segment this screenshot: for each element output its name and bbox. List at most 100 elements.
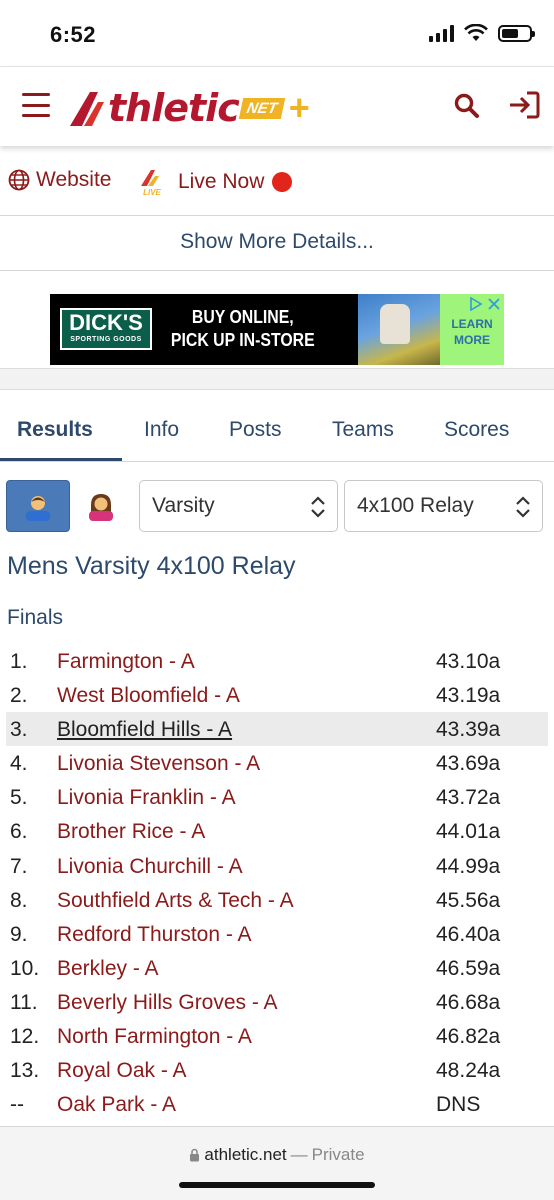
lock-icon [190,1148,200,1162]
search-icon[interactable] [454,93,480,119]
sign-in-icon[interactable] [508,91,540,119]
result-time: 44.01a [436,820,501,844]
event-select[interactable]: 4x100 Relay [344,480,543,532]
result-place: 3. [10,718,28,742]
tab-posts[interactable]: Posts [229,418,282,442]
result-team-link[interactable]: Livonia Stevenson - A [57,752,260,776]
logo-plus: + [288,87,310,128]
athletic-net-logo[interactable]: thletic NET + [68,85,310,131]
result-team-link[interactable]: West Bloomfield - A [57,684,240,708]
result-row: 12. North Farmington - A 46.82a [6,1019,548,1053]
url-separator: — [290,1145,308,1164]
section-separator [0,368,554,390]
section-heading: Finals [7,606,64,629]
result-place: -- [10,1093,24,1117]
url-domain: athletic.net [204,1145,287,1164]
female-athlete-icon [89,494,113,521]
ad-choices-icon[interactable] [468,296,502,312]
battery-icon [498,24,535,42]
result-time: 48.24a [436,1059,501,1083]
status-bar: 6:52 [0,0,554,66]
result-team-link[interactable]: Farmington - A [57,650,195,674]
tab-scores[interactable]: Scores [444,418,509,442]
tab-info[interactable]: Info [144,418,179,442]
result-row: -- Oak Park - A DNS [6,1087,548,1121]
meet-tabs: Results Info Posts Teams Scores [0,400,554,462]
result-team-link[interactable]: North Farmington - A [57,1025,252,1049]
result-team-link[interactable]: Berkley - A [57,957,159,981]
private-mode-label: Private [311,1145,365,1164]
result-time: 43.69a [436,752,501,776]
meet-links: Website LIVE Live Now [0,160,554,206]
result-team-link[interactable]: Southfield Arts & Tech - A [57,889,294,913]
result-place: 12. [10,1025,40,1049]
ad-photo [358,294,440,365]
ad-headline-line2: PICK UP IN-STORE [170,330,315,350]
home-indicator[interactable] [179,1182,375,1188]
ad-learn-more[interactable]: LEARN MORE [440,316,504,348]
tab-results[interactable]: Results [17,418,93,442]
status-time: 6:52 [50,22,97,47]
result-team-link[interactable]: Livonia Franklin - A [57,786,236,810]
result-place: 13. [10,1059,40,1083]
result-team-link[interactable]: Livonia Churchill - A [57,855,243,879]
result-place: 5. [10,786,28,810]
result-row-highlighted: 3. Bloomfield Hills - A 43.39a [6,712,548,747]
result-time: 46.59a [436,956,501,980]
result-team-link[interactable]: Redford Thurston - A [57,923,252,947]
result-place: 2. [10,684,28,708]
result-team-link[interactable]: Oak Park - A [57,1093,176,1117]
site-header: thletic NET + [0,66,554,146]
live-results-icon: LIVE [141,170,162,196]
logo-wordmark: thletic [108,86,240,130]
womens-filter-button[interactable] [74,480,128,532]
result-time: 43.72a [436,786,501,810]
globe-icon [8,169,30,191]
live-now-link[interactable]: LIVE Live Now [140,168,293,196]
result-time: 43.19a [436,684,501,708]
live-indicator-dot [272,172,293,192]
result-row: 11. Beverly Hills Groves - A 46.68a [6,985,548,1019]
result-row: 1. Farmington - A 43.10a [6,644,548,678]
result-time: 43.10a [436,650,501,673]
browser-address-bar[interactable]: athletic.net — Private [0,1126,554,1200]
result-row: 4. Livonia Stevenson - A 43.69a [6,746,548,780]
live-badge-text: LIVE [143,188,161,196]
result-row: 9. Redford Thurston - A 46.40a [6,917,548,951]
ad-headline: BUY ONLINE, PICK UP IN-STORE [168,306,318,352]
ad-headline-line1: BUY ONLINE, [191,307,294,327]
result-time: 45.56a [436,888,501,912]
cellular-signal-icon [429,24,454,42]
page-title: Mens Varsity 4x100 Relay [7,552,296,580]
results-list: 1. Farmington - A 43.10a 2. West Bloomfi… [6,644,548,1121]
result-place: 8. [10,888,28,912]
menu-icon[interactable] [22,93,50,117]
live-now-label: Live Now [178,170,265,193]
result-time: 44.99a [436,854,501,878]
result-place: 10. [10,956,40,980]
website-link[interactable]: Website [8,168,111,192]
result-team-link[interactable]: Beverly Hills Groves - A [57,991,278,1015]
address-bar-url[interactable]: athletic.net — Private [0,1145,554,1165]
result-team-link[interactable]: Brother Rice - A [57,820,205,844]
tab-teams[interactable]: Teams [332,418,394,442]
logo-a-mark-icon [70,92,104,126]
mens-filter-button[interactable] [6,480,70,532]
chevron-updown-icon [516,496,530,518]
result-time: 46.40a [436,922,501,946]
level-select-value: Varsity [152,494,215,517]
event-select-value: 4x100 Relay [357,494,474,517]
result-place: 6. [10,820,28,844]
result-place: 11. [10,990,38,1014]
website-link-label: Website [36,168,112,191]
level-select[interactable]: Varsity [139,480,338,532]
result-team-link[interactable]: Bloomfield Hills - A [57,718,232,742]
active-tab-indicator [0,458,122,461]
chevron-updown-icon [311,496,325,518]
advertisement-banner[interactable]: DICK'S SPORTING GOODS BUY ONLINE, PICK U… [50,294,504,365]
result-row: 5. Livonia Franklin - A 43.72a [6,780,548,814]
show-more-details-link[interactable]: Show More Details... [0,230,554,254]
result-place: 9. [10,922,28,946]
result-place: 7. [10,854,28,878]
result-team-link[interactable]: Royal Oak - A [57,1059,187,1083]
